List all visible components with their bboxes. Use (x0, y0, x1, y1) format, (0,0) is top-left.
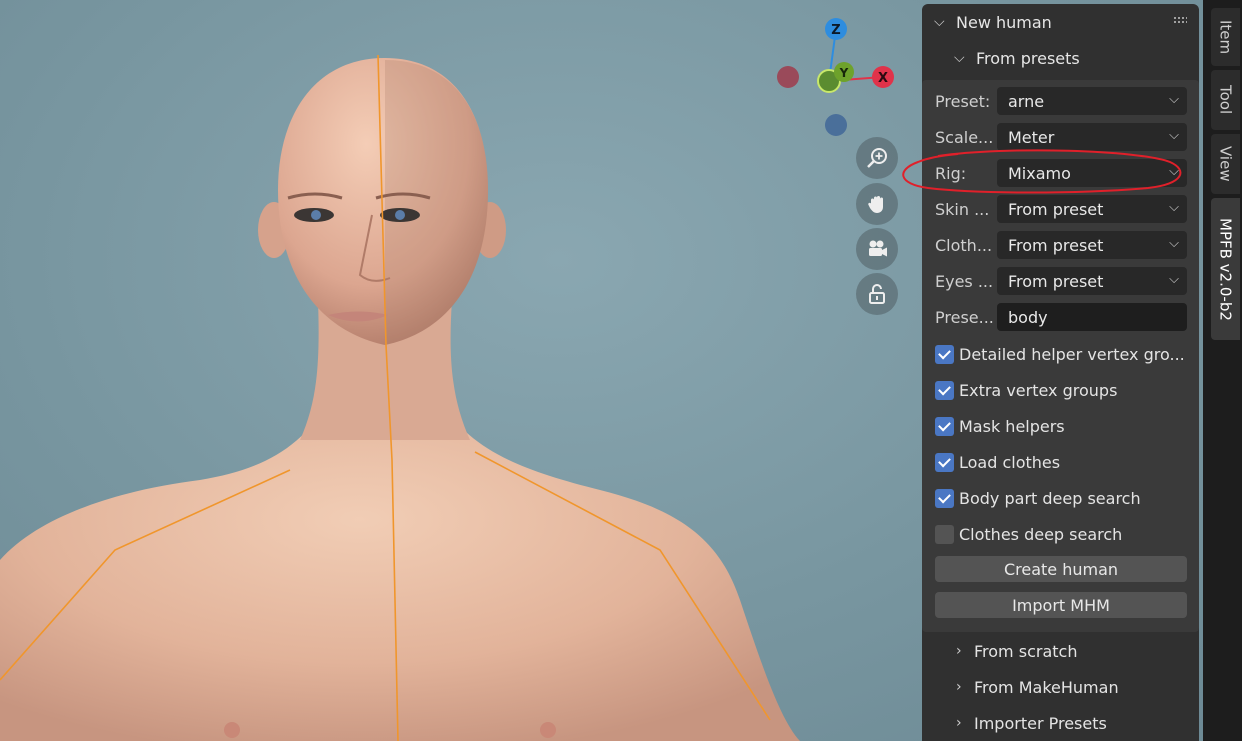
section-label: From scratch (974, 641, 1078, 661)
gizmo-y-label: Y (839, 66, 849, 80)
checkbox-unchecked[interactable] (935, 524, 954, 544)
eyes-value: From preset (1008, 271, 1104, 291)
section-from-makehuman[interactable]: › From MakeHuman (922, 672, 1199, 702)
chevron-down-icon: ⌵ (934, 14, 945, 30)
preset-name-label: Prese... (935, 307, 994, 327)
chevron-right-icon: › (956, 679, 962, 695)
clothes-value: From preset (1008, 235, 1104, 255)
chevron-right-icon: › (956, 643, 962, 659)
tab-item[interactable]: Item (1211, 8, 1240, 66)
dropdown-caret-icon: ⌵ (1169, 200, 1179, 215)
preset-name-value: body (1008, 307, 1048, 327)
tab-label: Item (1216, 19, 1235, 55)
checkbox-label: Clothes deep search (959, 524, 1123, 544)
section-header-from-presets[interactable]: ⌵ From presets (922, 40, 1199, 76)
body-part-deep-search-checkbox-row[interactable]: Body part deep search (935, 485, 1187, 511)
create-human-button[interactable]: Create human (935, 556, 1187, 582)
preset-name-field[interactable]: body (997, 303, 1187, 331)
annotation-ellipse (902, 149, 1182, 194)
checkbox-label: Detailed helper vertex gro... (959, 344, 1185, 364)
tab-mpfb[interactable]: MPFB v2.0-b2 (1211, 198, 1240, 340)
gizmo-z-label: Z (831, 23, 840, 38)
checkbox-label: Body part deep search (959, 488, 1141, 508)
zoom-in-icon[interactable] (856, 137, 898, 179)
hand-icon[interactable] (856, 183, 898, 225)
tab-label: Tool (1216, 85, 1235, 115)
load-clothes-checkbox-row[interactable]: Load clothes (935, 449, 1187, 475)
eyes-dropdown[interactable]: From preset ⌵ (997, 267, 1187, 295)
preset-value: arne (1008, 91, 1045, 111)
grip-icon[interactable] (1173, 16, 1187, 24)
skin-dropdown[interactable]: From preset ⌵ (997, 195, 1187, 223)
panel-title: New human (956, 12, 1052, 32)
preset-row: Preset: arne ⌵ (935, 87, 1187, 115)
eyes-label: Eyes ... (935, 271, 994, 291)
skin-row: Skin ... From preset ⌵ (935, 195, 1187, 223)
extra-vertex-groups-checkbox-row[interactable]: Extra vertex groups (935, 377, 1187, 403)
section-label: Importer Presets (974, 713, 1107, 733)
import-mhm-button[interactable]: Import MHM (935, 592, 1187, 618)
dropdown-caret-icon: ⌵ (1169, 128, 1179, 143)
preset-label: Preset: (935, 91, 991, 111)
dropdown-caret-icon: ⌵ (1169, 92, 1179, 107)
scale-label: Scale... (935, 127, 994, 147)
scale-row: Scale... Meter ⌵ (935, 123, 1187, 151)
checkbox-checked[interactable] (935, 416, 954, 436)
section-from-scratch[interactable]: › From scratch (922, 636, 1199, 666)
tab-label: View (1216, 146, 1235, 182)
chevron-right-icon: › (956, 715, 962, 731)
sidebar-panel: ⌵ New human ⌵ From presets Preset: arne … (922, 4, 1199, 741)
tab-tool[interactable]: Tool (1211, 70, 1240, 130)
preset-name-row: Prese... body (935, 303, 1187, 331)
skin-label: Skin ... (935, 199, 990, 219)
checkbox-label: Load clothes (959, 452, 1061, 472)
lock-open-icon[interactable] (856, 273, 898, 315)
clothes-deep-search-checkbox-row[interactable]: Clothes deep search (935, 521, 1187, 547)
axis-gizmo[interactable]: Z Y X (770, 12, 900, 142)
mask-helpers-checkbox-row[interactable]: Mask helpers (935, 413, 1187, 439)
tab-label: MPFB v2.0-b2 (1216, 217, 1235, 321)
checkbox-checked[interactable] (935, 452, 954, 472)
scale-value: Meter (1008, 127, 1055, 147)
eyes-row: Eyes ... From preset ⌵ (935, 267, 1187, 295)
clothes-dropdown[interactable]: From preset ⌵ (997, 231, 1187, 259)
section-label: From MakeHuman (974, 677, 1119, 697)
preset-dropdown[interactable]: arne ⌵ (997, 87, 1187, 115)
tab-view[interactable]: View (1211, 134, 1240, 194)
dropdown-caret-icon: ⌵ (1169, 272, 1179, 287)
camera-icon[interactable] (856, 228, 898, 270)
gizmo-x-label: X (878, 71, 888, 86)
scale-dropdown[interactable]: Meter ⌵ (997, 123, 1187, 151)
panel-header-new-human[interactable]: ⌵ New human (922, 4, 1199, 40)
detailed-helper-checkbox-row[interactable]: Detailed helper vertex gro... (935, 341, 1187, 367)
skin-value: From preset (1008, 199, 1104, 219)
section-importer-presets[interactable]: › Importer Presets (922, 708, 1199, 738)
clothes-row: Cloth... From preset ⌵ (935, 231, 1187, 259)
checkbox-checked[interactable] (935, 344, 954, 364)
chevron-down-icon: ⌵ (954, 50, 965, 66)
dropdown-caret-icon: ⌵ (1169, 236, 1179, 251)
checkbox-label: Mask helpers (959, 416, 1065, 436)
clothes-label: Cloth... (935, 235, 993, 255)
checkbox-label: Extra vertex groups (959, 380, 1118, 400)
checkbox-checked[interactable] (935, 488, 954, 508)
checkbox-checked[interactable] (935, 380, 954, 400)
section-title: From presets (976, 48, 1080, 68)
sidebar-tabs: Item Tool View MPFB v2.0-b2 (1203, 0, 1242, 741)
